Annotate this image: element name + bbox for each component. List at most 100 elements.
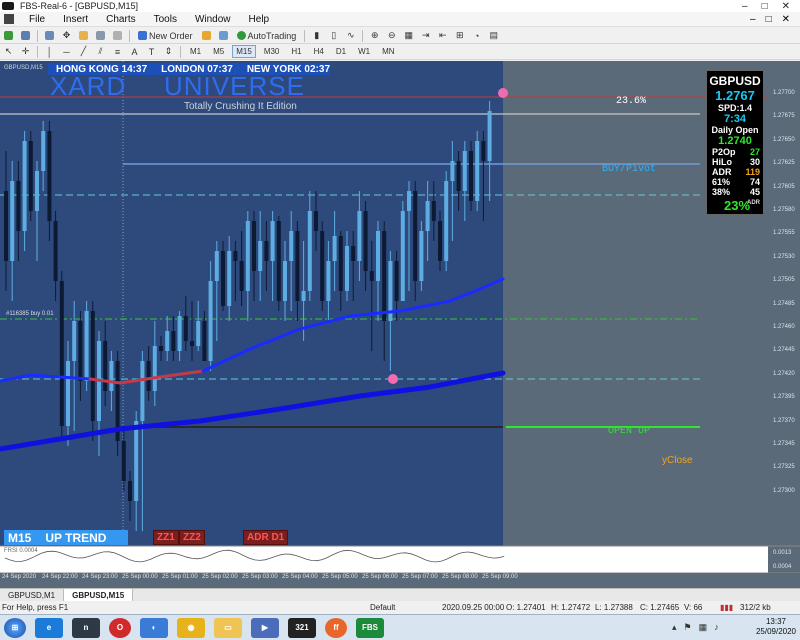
candle-body	[140, 361, 145, 421]
data-window-icon[interactable]: ✥	[60, 29, 73, 42]
price-chart[interactable]	[0, 61, 800, 588]
timeframe-mn[interactable]: MN	[378, 45, 398, 58]
timeframe-w1[interactable]: W1	[354, 45, 374, 58]
periods-icon[interactable]: ◔	[470, 29, 483, 42]
fbs-app-icon[interactable]: FBS	[356, 617, 384, 638]
mdi-close-button[interactable]: ✕	[782, 14, 790, 25]
maximize-button[interactable]: □	[762, 1, 768, 12]
chart-symbol-label: GBPUSD,M15	[4, 65, 43, 71]
label-icon[interactable]: T	[145, 45, 158, 58]
clock-time: 13:37	[765, 617, 786, 626]
candle-body	[159, 346, 163, 351]
candle-body	[400, 211, 405, 301]
horizontal-line-icon[interactable]: ─	[60, 45, 73, 58]
timeframe-d1[interactable]: D1	[332, 45, 350, 58]
price-tick-label: 1.27300	[773, 487, 795, 494]
candle-body	[66, 361, 70, 426]
menu-charts[interactable]: Charts	[97, 14, 144, 25]
candle-body	[487, 111, 492, 161]
autotrading-button[interactable]: AutoTrading	[234, 29, 300, 42]
panel-daily-open-label: Daily Open	[711, 125, 759, 135]
mdi-restore-button[interactable]: □	[766, 14, 772, 25]
signals-icon[interactable]	[217, 29, 230, 42]
tab-gbpusd-m1[interactable]: GBPUSD,M1	[0, 589, 65, 601]
app-321-icon[interactable]: 321	[288, 617, 316, 638]
time-tick-label: 25 Sep 08:00	[442, 574, 478, 580]
time-tick-label: 24 Sep 23:00	[82, 574, 118, 580]
zoom-in-icon[interactable]: ⊕	[368, 29, 381, 42]
templates-icon[interactable]: ▤	[487, 29, 500, 42]
menu-tools[interactable]: Tools	[145, 14, 186, 25]
menu-insert[interactable]: Insert	[54, 14, 97, 25]
panel-spread: SPD:1.4	[717, 103, 752, 113]
close-button[interactable]: ✕	[782, 1, 790, 12]
trendline-icon[interactable]: ╱	[77, 45, 90, 58]
navigator-icon[interactable]	[77, 29, 90, 42]
start-button[interactable]: ⊞	[4, 617, 26, 638]
subwindow-background	[0, 546, 768, 573]
note-app-icon[interactable]: n	[72, 617, 100, 638]
market-watch-icon[interactable]	[43, 29, 56, 42]
arrows-icon[interactable]: ⇕	[162, 45, 175, 58]
menu-help[interactable]: Help	[240, 14, 279, 25]
candle-body	[177, 316, 182, 351]
status-low: L: 1.27388	[595, 603, 633, 612]
ie-icon[interactable]: e	[35, 617, 63, 638]
candle-body	[78, 321, 83, 381]
metaeditor-icon[interactable]	[200, 29, 213, 42]
bar-chart-icon[interactable]: ▮	[310, 29, 323, 42]
chart-window[interactable]: GBPUSD,M15 HONG KONG 14:37 LONDON 07:37 …	[0, 61, 800, 588]
menu-file[interactable]: File	[20, 14, 54, 25]
timeframe-m1[interactable]: M1	[186, 45, 205, 58]
chart-window-icon[interactable]	[4, 14, 14, 24]
profiles-icon[interactable]	[19, 29, 32, 42]
tile-windows-icon[interactable]: ▦	[402, 29, 415, 42]
zoom-out-icon[interactable]: ⊖	[385, 29, 398, 42]
candle-body	[357, 211, 362, 261]
menu-window[interactable]: Window	[186, 14, 240, 25]
firefox-icon[interactable]: ff	[325, 617, 347, 638]
media-player-icon[interactable]: ▶	[251, 617, 279, 638]
mdi-minimize-button[interactable]: –	[750, 14, 756, 25]
title-bar: FBS-Real-6 - [GBPUSD,M15] – □ ✕	[0, 0, 800, 12]
browser-icon[interactable]: ◐	[140, 617, 168, 638]
arrow-up-icon[interactable]: ▴	[672, 622, 677, 633]
new-chart-icon[interactable]	[2, 29, 15, 42]
fibonacci-icon[interactable]: ≡	[111, 45, 124, 58]
timeframe-m30[interactable]: M30	[260, 45, 284, 58]
tab-gbpusd-m15[interactable]: GBPUSD,M15	[64, 589, 134, 601]
timeframe-h1[interactable]: H1	[287, 45, 305, 58]
connection-icon: ▮▮▮	[720, 603, 734, 612]
candle-body	[419, 231, 424, 281]
opera-icon[interactable]: O	[109, 617, 131, 638]
network-icon[interactable]: ▦	[699, 622, 708, 633]
indicators-icon[interactable]: ⊞	[453, 29, 466, 42]
new-order-button[interactable]: New Order	[135, 29, 196, 42]
chrome-icon[interactable]: ◉	[177, 617, 205, 638]
cursor-icon[interactable]: ↖	[2, 45, 15, 58]
candle-body	[462, 151, 467, 191]
candlestick-icon[interactable]: ▯	[327, 29, 340, 42]
timeframe-m15[interactable]: M15	[232, 45, 256, 58]
volume-icon[interactable]: ♪	[714, 622, 719, 633]
candle-body	[345, 246, 349, 291]
minimize-button[interactable]: –	[742, 1, 748, 12]
text-icon[interactable]: A	[128, 45, 141, 58]
auto-scroll-icon[interactable]: ⇥	[419, 29, 432, 42]
line-chart-icon[interactable]: ∿	[344, 29, 357, 42]
fib-label: 23.6%	[616, 96, 647, 107]
chart-shift-icon[interactable]: ⇤	[436, 29, 449, 42]
candle-body	[431, 201, 436, 221]
terminal-icon[interactable]	[94, 29, 107, 42]
channel-icon[interactable]: ⫽	[94, 45, 107, 58]
strategy-tester-icon[interactable]	[111, 29, 124, 42]
timeframe-m5[interactable]: M5	[209, 45, 228, 58]
flag-icon[interactable]: ⚑	[684, 622, 692, 633]
timeframe-h4[interactable]: H4	[310, 45, 328, 58]
candle-body	[41, 131, 46, 171]
file-explorer-icon[interactable]: ▭	[214, 617, 242, 638]
crosshair-icon[interactable]: ✛	[19, 45, 32, 58]
clock[interactable]: 13:37 25/09/2020	[756, 617, 796, 637]
vertical-line-icon[interactable]: │	[43, 45, 56, 58]
status-bar: For Help, press F1 Default 2020.09.25 00…	[0, 601, 800, 614]
